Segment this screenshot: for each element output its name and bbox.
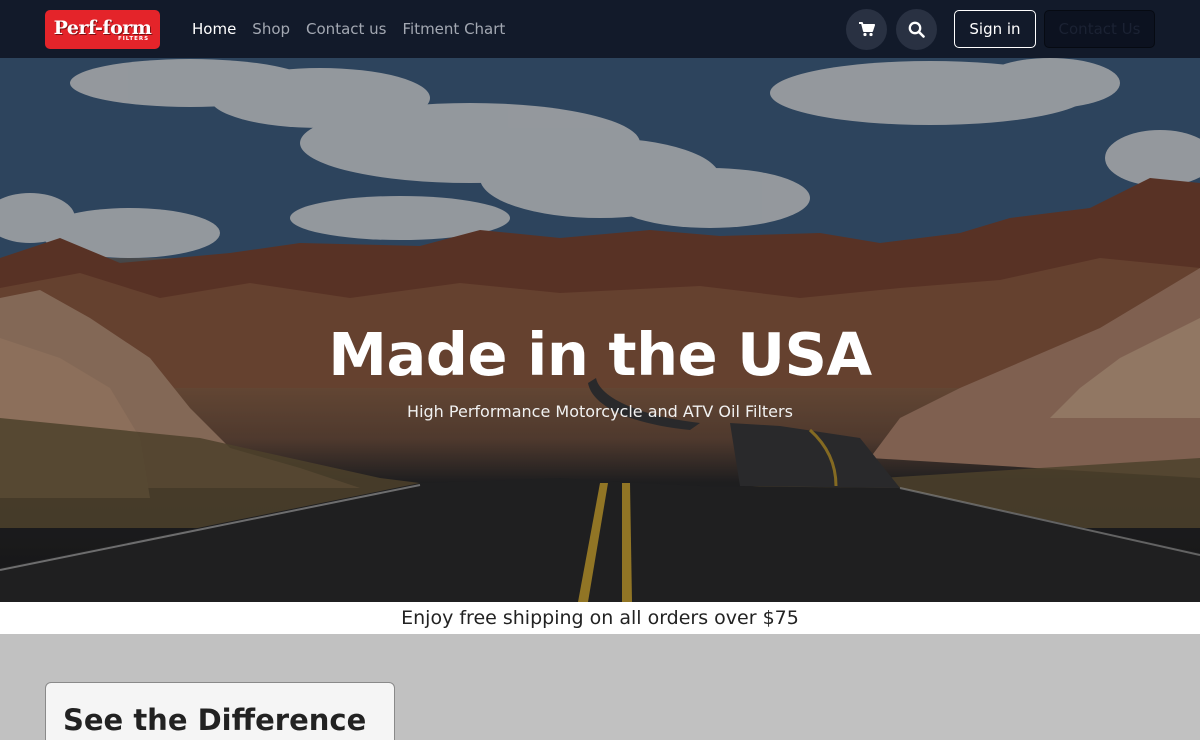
nav-link-fitment-chart[interactable]: Fitment Chart bbox=[402, 20, 505, 38]
search-button[interactable] bbox=[896, 9, 937, 50]
hero-title: Made in the USA bbox=[328, 320, 872, 389]
sign-in-button[interactable]: Sign in bbox=[954, 10, 1036, 48]
hero-banner: Made in the USA High Performance Motorcy… bbox=[0, 58, 1200, 602]
brand-logo[interactable]: Perf-form FILTERS bbox=[45, 10, 160, 49]
nav-link-shop[interactable]: Shop bbox=[252, 20, 290, 38]
cart-icon bbox=[858, 22, 875, 37]
hero-subtitle: High Performance Motorcycle and ATV Oil … bbox=[407, 402, 793, 421]
nav-link-contact[interactable]: Contact us bbox=[306, 20, 386, 38]
free-shipping-banner: Enjoy free shipping on all orders over $… bbox=[0, 602, 1200, 634]
contact-us-button[interactable]: Contact Us bbox=[1044, 10, 1155, 48]
search-icon bbox=[908, 21, 925, 38]
cart-button[interactable] bbox=[846, 9, 887, 50]
logo-text: Perf-form bbox=[53, 16, 152, 39]
free-shipping-text: Enjoy free shipping on all orders over $… bbox=[401, 607, 799, 629]
feature-card-title: See the Difference bbox=[63, 703, 367, 737]
nav-link-home[interactable]: Home bbox=[192, 20, 236, 38]
feature-card: See the Difference bbox=[45, 682, 395, 740]
logo-subtext: FILTERS bbox=[117, 35, 150, 42]
top-navbar: Perf-form FILTERS Home Shop Contact us F… bbox=[0, 0, 1200, 58]
main-nav: Home Shop Contact us Fitment Chart bbox=[192, 0, 521, 58]
